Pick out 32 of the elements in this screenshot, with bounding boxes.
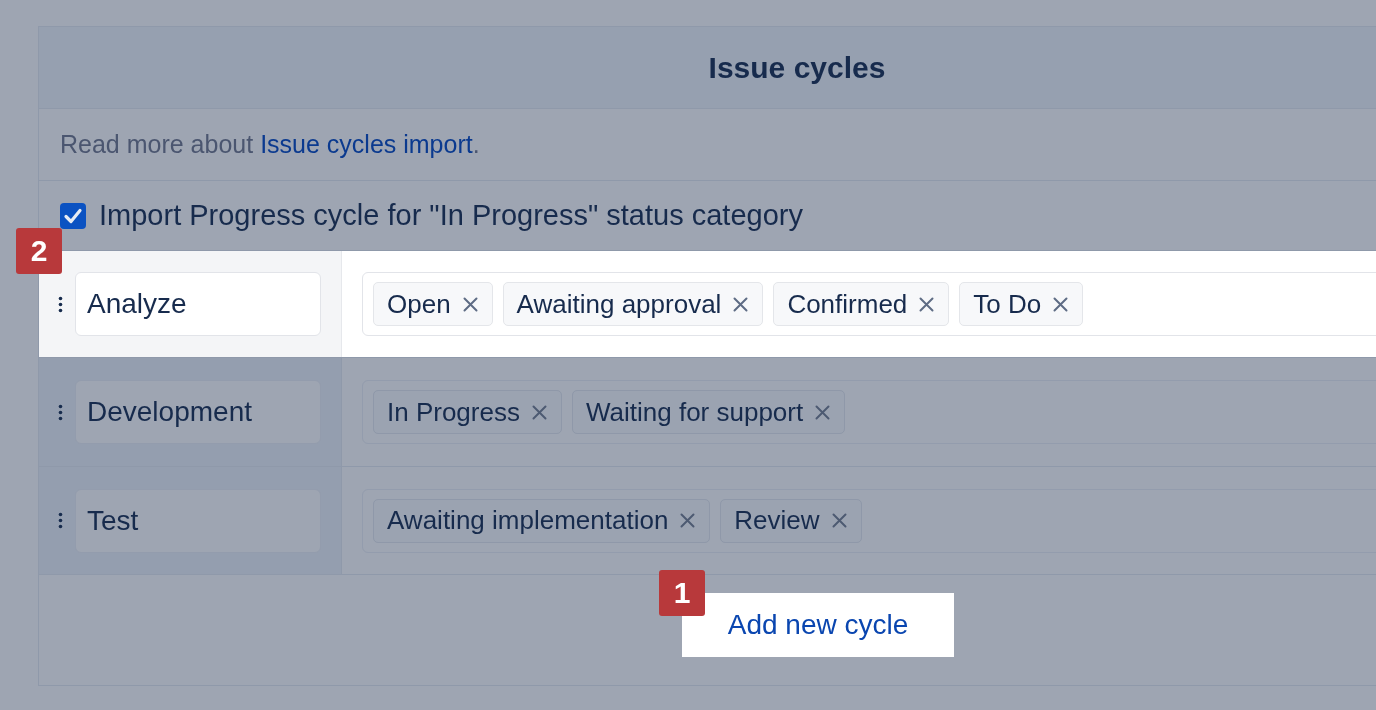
close-icon[interactable] <box>919 296 935 312</box>
close-icon[interactable] <box>531 404 547 420</box>
status-tag-label: Awaiting approval <box>516 287 722 321</box>
close-icon[interactable] <box>1053 296 1069 312</box>
close-icon[interactable] <box>462 296 478 312</box>
checkbox[interactable] <box>60 202 86 229</box>
close-icon[interactable] <box>733 296 749 312</box>
status-select-field[interactable]: In Progress Waiting for support <box>362 380 1376 444</box>
close-icon[interactable] <box>680 513 696 528</box>
status-select-field[interactable]: Open Awaiting approval Confirmed To Do <box>362 272 1376 336</box>
status-select-field[interactable]: Awaiting implementation Review <box>362 488 1376 553</box>
cycle-name-field[interactable]: Development <box>75 380 321 444</box>
panel-title: Issue cycles <box>708 50 886 86</box>
status-tag-label: Awaiting implementation <box>387 504 669 537</box>
status-tag-label: Review <box>734 504 820 537</box>
vertical-dots-icon[interactable] <box>58 295 63 313</box>
close-icon[interactable] <box>815 404 831 420</box>
status-tag-label: Confirmed <box>787 287 908 321</box>
cycle-name-field[interactable]: Test <box>75 488 321 553</box>
status-tag-label: Waiting for support <box>585 395 804 429</box>
checkbox-label: Import Progress cycle for "In Progress" status category <box>99 197 803 233</box>
issue-cycles-link[interactable]: Issue cycles import <box>260 129 473 158</box>
status-tag-label: To Do <box>973 287 1042 321</box>
status-tag-label: In Progress <box>387 395 520 429</box>
close-icon[interactable] <box>831 513 847 528</box>
info-text: Read more about Issue cycles import. <box>60 128 480 160</box>
vertical-dots-icon[interactable] <box>58 403 63 421</box>
step-badge: 1 <box>659 570 705 616</box>
step-badge: 2 <box>16 228 62 274</box>
cycle-name-field[interactable]: Analyze <box>75 272 321 336</box>
vertical-dots-icon[interactable] <box>58 512 63 529</box>
status-tag-label: Open <box>387 287 451 321</box>
